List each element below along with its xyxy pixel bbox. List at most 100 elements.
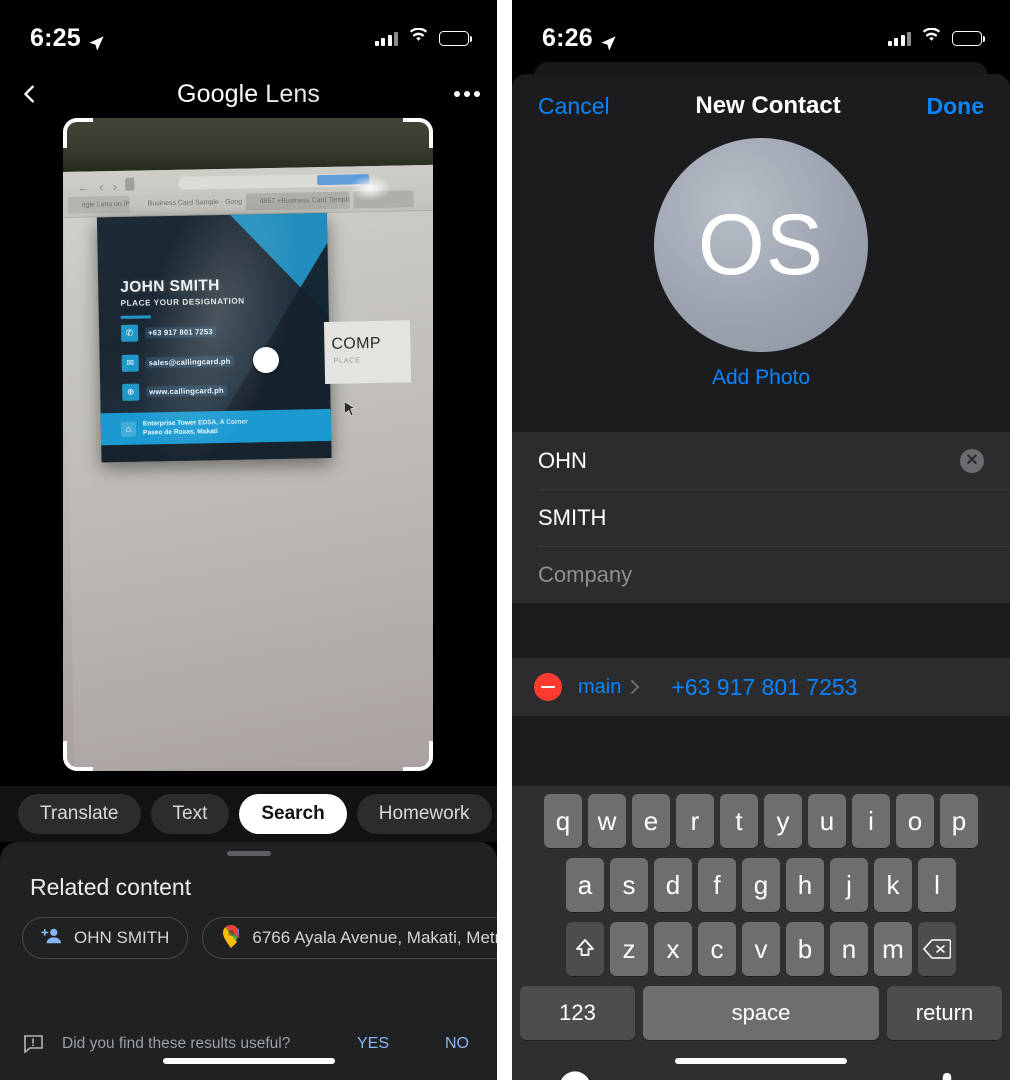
- home-indicator[interactable]: [162, 1058, 335, 1064]
- phone-number-row[interactable]: main +63 917 801 7253: [512, 658, 1010, 716]
- key-g[interactable]: g: [742, 858, 780, 912]
- selection-drag-handle[interactable]: [253, 347, 279, 373]
- card-address-band: ⌂ Enterprise Tower EDSA, A Corner Paseo …: [96, 408, 332, 446]
- microphone-key-icon[interactable]: [930, 1070, 964, 1080]
- key-j[interactable]: j: [830, 858, 868, 912]
- lens-photo-viewport[interactable]: ←‹› ogle Lens on iPhone, 1 Business Card…: [63, 118, 433, 771]
- wifi-icon: [921, 27, 942, 48]
- related-chip-add-contact[interactable]: OHN SMITH: [22, 917, 189, 959]
- card-email-value: sales@callingcard.ph: [145, 355, 234, 369]
- avatar[interactable]: OS: [654, 138, 868, 352]
- card-designation: PLACE YOUR DESIGNATION: [120, 296, 245, 308]
- key-y[interactable]: y: [764, 794, 802, 848]
- related-chip-map-address[interactable]: 6766 Ayala Avenue, Makati, Metr: [202, 917, 497, 959]
- add-person-icon: [41, 927, 63, 950]
- emoji-key-icon[interactable]: [558, 1070, 592, 1080]
- key-x[interactable]: x: [654, 922, 692, 976]
- tab-search[interactable]: Search: [239, 794, 347, 834]
- cancel-button[interactable]: Cancel: [538, 93, 610, 120]
- feedback-yes-button[interactable]: YES: [357, 1035, 389, 1053]
- key-w[interactable]: w: [588, 794, 626, 848]
- feedback-no-button[interactable]: NO: [445, 1035, 469, 1053]
- remove-minus-icon[interactable]: [534, 673, 562, 701]
- key-f[interactable]: f: [698, 858, 736, 912]
- photo-browser-tab: 4857 +Business Card Templates Free D...: [245, 191, 350, 211]
- key-q[interactable]: q: [544, 794, 582, 848]
- shift-key-icon[interactable]: [566, 922, 604, 976]
- back-chevron-icon[interactable]: [0, 81, 60, 107]
- crop-bracket-bottom-left: [63, 741, 93, 771]
- space-key[interactable]: space: [643, 986, 879, 1040]
- google-maps-pin-icon: [221, 924, 241, 953]
- last-name-field[interactable]: SMITH: [512, 489, 1010, 546]
- photo-browser-tab: ogle Lens on iPhone, 1: [67, 195, 130, 214]
- photo-browser-nav-icons: ← ‹ ›: [77, 178, 118, 195]
- card-address-line1-end: Corner: [226, 418, 248, 426]
- key-a[interactable]: a: [566, 858, 604, 912]
- location-arrow-icon: [88, 30, 105, 51]
- key-r[interactable]: r: [676, 794, 714, 848]
- key-l[interactable]: l: [918, 858, 956, 912]
- related-chip-row: OHN SMITH 6766 Ayala Avenue, Makati, Met…: [22, 917, 497, 959]
- status-bar-time-group: 6:26: [542, 24, 617, 53]
- home-indicator[interactable]: [675, 1058, 847, 1064]
- key-i[interactable]: i: [852, 794, 890, 848]
- key-p[interactable]: p: [940, 794, 978, 848]
- feedback-question: Did you find these results useful?: [62, 1035, 291, 1052]
- card-person-name: JOHN SMITH: [120, 277, 220, 296]
- company-placeholder: Company: [538, 561, 633, 587]
- key-k[interactable]: k: [874, 858, 912, 912]
- return-key[interactable]: return: [887, 986, 1002, 1040]
- done-button[interactable]: Done: [927, 93, 985, 120]
- first-name-field[interactable]: OHN ✕: [512, 432, 1010, 489]
- key-s[interactable]: s: [610, 858, 648, 912]
- numbers-key[interactable]: 123: [520, 986, 635, 1040]
- business-card: JOHN SMITH PLACE YOUR DESIGNATION ✆ +63 …: [96, 212, 332, 463]
- more-options-icon[interactable]: [437, 91, 497, 97]
- photo-browser-reader-icon: [125, 177, 135, 191]
- card-address-line1-faded: EDSA, A: [197, 418, 225, 427]
- avatar-initials: OS: [697, 196, 825, 293]
- company-field[interactable]: Company: [512, 546, 1010, 603]
- clear-icon[interactable]: ✕: [960, 448, 984, 473]
- tab-text[interactable]: Text: [150, 794, 230, 834]
- crop-bracket-top-right: [403, 118, 433, 148]
- key-o[interactable]: o: [896, 794, 934, 848]
- tab-translate[interactable]: Translate: [18, 794, 141, 834]
- bottom-sheet-grabber[interactable]: [226, 851, 271, 856]
- key-z[interactable]: z: [610, 922, 648, 976]
- phone-label-button[interactable]: main: [578, 676, 641, 699]
- key-h[interactable]: h: [786, 858, 824, 912]
- key-c[interactable]: c: [698, 922, 736, 976]
- key-t[interactable]: t: [720, 794, 758, 848]
- email-icon: ✉: [121, 354, 139, 372]
- related-content-sheet: Related content OHN SMITH 6766 Ayala Ave…: [0, 842, 497, 1080]
- keyboard-row-1: q w e r t y u i o p: [512, 794, 1010, 848]
- key-b[interactable]: b: [786, 922, 824, 976]
- key-v[interactable]: v: [742, 922, 780, 976]
- keyboard-row-2: a s d f g h j k l: [512, 858, 1010, 912]
- status-bar-time-group: 6:25: [30, 24, 105, 53]
- backspace-key-icon[interactable]: [918, 922, 956, 976]
- key-e[interactable]: e: [632, 794, 670, 848]
- tab-homework[interactable]: Homework: [356, 794, 492, 834]
- status-time: 6:25: [30, 23, 81, 52]
- key-d[interactable]: d: [654, 858, 692, 912]
- add-photo-button[interactable]: Add Photo: [712, 366, 810, 390]
- lens-mode-tabs: Translate Text Search Homework Shopp: [0, 786, 497, 842]
- photo-browser-tab: Business Card Sample - Google Search: [133, 193, 242, 213]
- key-u[interactable]: u: [808, 794, 846, 848]
- key-m[interactable]: m: [874, 922, 912, 976]
- card-divider-rule: [120, 315, 151, 319]
- location-arrow-icon: [600, 30, 617, 51]
- wifi-icon: [408, 27, 429, 48]
- screenshot-stage: 6:25 Google Lens ← ‹ › ogle Lens on iPho…: [0, 0, 1010, 1080]
- page-title: New Contact: [695, 92, 841, 119]
- home-icon: ⌂: [120, 421, 137, 437]
- related-chip-label: OHN SMITH: [74, 928, 170, 947]
- feedback-icon: [20, 1034, 46, 1054]
- key-n[interactable]: n: [830, 922, 868, 976]
- captured-photo: ←‹› ogle Lens on iPhone, 1 Business Card…: [63, 118, 433, 771]
- crop-bracket-top-left: [63, 118, 93, 148]
- avatar-zone: OS Add Photo: [512, 138, 1010, 432]
